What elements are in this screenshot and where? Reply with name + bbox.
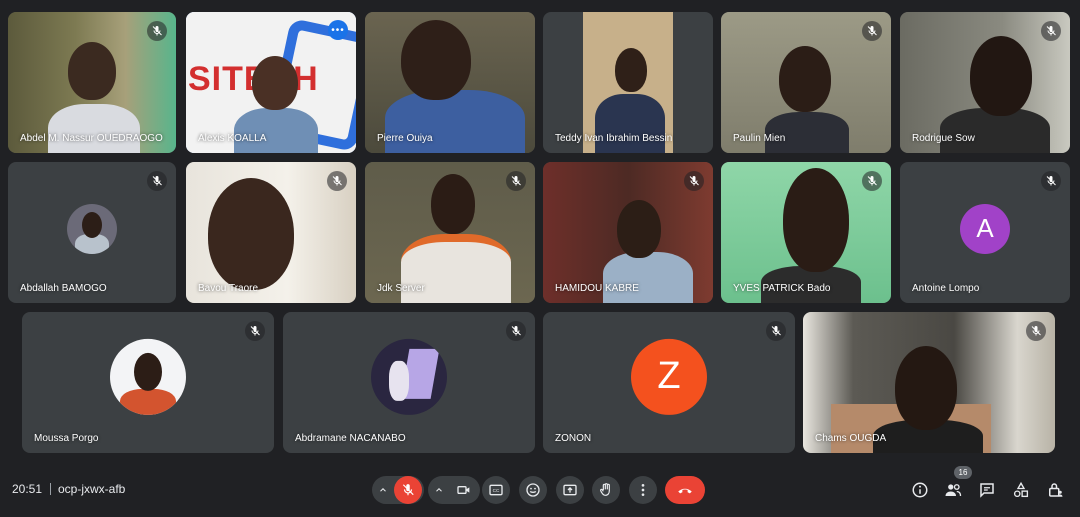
people-icon (945, 484, 962, 497)
hang-up-icon (678, 488, 692, 494)
chat-icon (980, 483, 994, 498)
muted-mic-icon (862, 171, 882, 191)
participant-name: Abdallah BAMOGO (20, 283, 107, 294)
muted-mic-icon (245, 321, 265, 341)
muted-mic-icon (1041, 171, 1061, 191)
avatar: Z (631, 338, 707, 415)
video-feed (365, 12, 535, 153)
participant-name: Abdramane NACANABO (295, 433, 406, 444)
hand-icon (600, 483, 610, 496)
svg-text:CC: CC (493, 488, 500, 493)
participant-tile[interactable]: Chams OUGDA (803, 312, 1055, 453)
mic-off-button[interactable] (394, 476, 422, 504)
participant-name: Moussa Porgo (34, 433, 99, 444)
participant-tile[interactable]: Abdramane NACANABO (283, 312, 535, 453)
more-options-button[interactable] (629, 476, 657, 504)
participant-tile[interactable]: Rodrigue Sow (900, 12, 1070, 153)
present-screen-icon (563, 484, 577, 496)
activities-button[interactable] (1010, 479, 1032, 501)
muted-mic-icon (506, 321, 526, 341)
participant-name: Paulin Mien (733, 133, 786, 144)
muted-mic-icon (862, 21, 882, 41)
participant-tile[interactable]: HAMIDOU KABRE (543, 162, 713, 303)
participant-tile[interactable]: Z ZONON (543, 312, 795, 453)
participant-tile[interactable]: A Antoine Lompo (900, 162, 1070, 303)
avatar (371, 338, 447, 415)
participant-count-badge: 16 (954, 466, 972, 479)
chevron-up-icon[interactable] (434, 485, 444, 495)
people-button[interactable] (942, 479, 964, 501)
participant-name: Abdel M. Nassur OUEDRAOGO (20, 133, 163, 144)
participant-tile[interactable]: Bavou Traore (186, 162, 356, 303)
muted-mic-icon (327, 171, 347, 191)
meeting-control-bar: 20:51 ocp-jxwx-afb CC (0, 460, 1080, 517)
participant-tile-active[interactable]: SITECH ••• Alexis KOALLA (186, 12, 356, 153)
avatar (110, 338, 186, 415)
meeting-code[interactable]: ocp-jxwx-afb (58, 482, 125, 496)
chevron-up-icon[interactable] (378, 485, 388, 495)
reactions-button[interactable] (519, 476, 547, 504)
muted-mic-icon (506, 171, 526, 191)
participant-name: Teddy Ivan Ibrahim Bessin (555, 133, 673, 144)
present-button[interactable] (556, 476, 584, 504)
captions-icon: CC (489, 484, 503, 496)
divider (50, 483, 51, 495)
activities-icon (1013, 481, 1029, 498)
participant-name: ZONON (555, 433, 592, 444)
participant-name: Rodrigue Sow (912, 133, 975, 144)
camera-button[interactable] (450, 476, 478, 504)
mic-off-icon (402, 484, 414, 496)
participant-name: Pierre Ouiya (377, 133, 433, 144)
more-vert-icon (641, 484, 645, 496)
avatar (67, 203, 117, 254)
video-feed (803, 312, 1055, 453)
muted-mic-icon (766, 321, 786, 341)
participant-tile[interactable]: YVES PATRICK Bado (721, 162, 891, 303)
avatar: A (960, 203, 1010, 254)
more-options-icon[interactable]: ••• (328, 20, 348, 40)
muted-mic-icon (1026, 321, 1046, 341)
participant-name: HAMIDOU KABRE (555, 283, 639, 294)
muted-mic-icon (1041, 21, 1061, 41)
participant-tile[interactable]: Teddy Ivan Ibrahim Bessin (543, 12, 713, 153)
participant-tile[interactable]: Abdel M. Nassur OUEDRAOGO (8, 12, 176, 153)
lock-person-icon (1049, 483, 1063, 497)
participant-name: YVES PATRICK Bado (733, 283, 831, 294)
camera-control (428, 476, 480, 504)
camera-icon (457, 486, 470, 494)
leave-call-button[interactable] (665, 476, 705, 504)
host-controls-button[interactable] (1044, 479, 1066, 501)
chat-button[interactable] (976, 479, 998, 501)
current-time: 20:51 (12, 482, 43, 496)
meeting-details-button[interactable] (909, 479, 931, 501)
muted-mic-icon (147, 171, 167, 191)
participant-tile[interactable]: Moussa Porgo (22, 312, 274, 453)
mic-control (372, 476, 424, 504)
muted-mic-icon (684, 171, 704, 191)
participant-name: Jdk Server (377, 283, 425, 294)
participant-tile[interactable]: Jdk Server (365, 162, 535, 303)
video-feed (543, 12, 713, 153)
participant-tile[interactable]: Paulin Mien (721, 12, 891, 153)
participant-name: Antoine Lompo (912, 283, 980, 294)
muted-mic-icon (147, 21, 167, 41)
participant-grid: Abdel M. Nassur OUEDRAOGO SITECH ••• Ale… (0, 0, 1080, 460)
participant-tile[interactable]: Abdallah BAMOGO (8, 162, 176, 303)
participant-tile[interactable]: Pierre Ouiya (365, 12, 535, 153)
participant-name: Alexis KOALLA (198, 133, 267, 144)
participant-name: Chams OUGDA (815, 433, 887, 444)
info-icon (912, 482, 928, 498)
raise-hand-button[interactable] (592, 476, 620, 504)
emoji-icon (526, 483, 540, 497)
captions-button[interactable]: CC (482, 476, 510, 504)
participant-name: Bavou Traore (198, 283, 259, 294)
